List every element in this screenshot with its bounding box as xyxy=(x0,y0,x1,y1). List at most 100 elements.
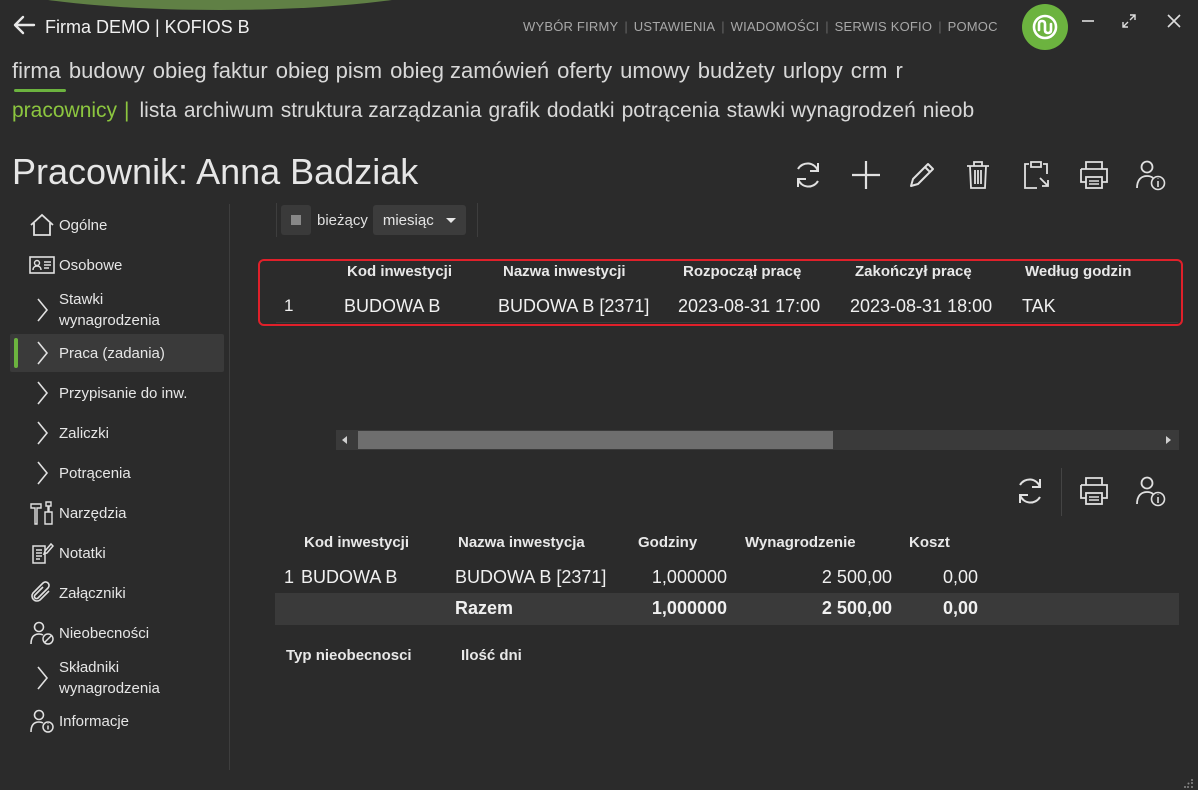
link-ustawienia[interactable]: USTAWIENIA xyxy=(634,19,715,34)
sidebar-item-zaliczki[interactable]: Zaliczki xyxy=(10,418,224,448)
sidebar-item-ogolne[interactable]: Ogólne xyxy=(10,210,224,240)
maximize-icon[interactable] xyxy=(1118,10,1140,32)
sidebar-item-potracenia[interactable]: Potrącenia xyxy=(10,458,224,488)
current-checkbox[interactable] xyxy=(281,205,311,235)
person-absent-icon xyxy=(26,619,58,647)
subnav-dodatki[interactable]: dodatki xyxy=(547,99,615,122)
refresh-button[interactable] xyxy=(788,155,828,195)
subnav-lista[interactable]: lista xyxy=(140,99,177,122)
link-wiadomosci[interactable]: WIADOMOŚCI xyxy=(731,19,820,34)
sidebar-item-narzedzia[interactable]: Narzędzia xyxy=(10,498,224,528)
page-title: Pracownik: Anna Badziak xyxy=(12,151,419,192)
sidebar-item-label: Praca (zadania) xyxy=(59,344,165,362)
horizontal-scrollbar[interactable] xyxy=(336,430,1179,450)
person-info-button[interactable] xyxy=(1130,155,1170,195)
col-wedlug-godzin[interactable]: Według godzin xyxy=(1025,263,1131,280)
nav-obieg-zamowien[interactable]: obieg zamówień xyxy=(390,58,549,83)
sidebar-item-label: Osobowe xyxy=(59,256,123,274)
subnav-pracownicy[interactable]: pracownicy xyxy=(12,99,117,122)
subnav-struktura[interactable]: struktura zarządzania xyxy=(281,99,482,122)
summary-refresh-button[interactable] xyxy=(1010,471,1050,511)
table-cell-nazwa[interactable]: BUDOWA B [2371] xyxy=(498,296,649,317)
scroll-right-icon[interactable] xyxy=(1166,436,1171,444)
chevron-right-icon xyxy=(26,379,58,407)
col-kod-inwestycji[interactable]: Kod inwestycji xyxy=(347,263,452,280)
summary-cell-koszt[interactable]: 0,00 xyxy=(900,567,978,588)
subnav-nieob[interactable]: nieob xyxy=(923,99,974,122)
subnav-archiwum[interactable]: archiwum xyxy=(184,99,274,122)
table-row-number[interactable]: 1 xyxy=(284,296,293,316)
nav-umowy[interactable]: umowy xyxy=(620,58,690,83)
nav-firma[interactable]: firma xyxy=(12,58,61,83)
col-nazwa-inwestycji[interactable]: Nazwa inwestycji xyxy=(503,263,626,280)
sidebar-item-label: Potrącenia xyxy=(59,464,131,482)
sidebar-item-label: Przypisanie do inw. xyxy=(59,384,188,402)
back-arrow-icon[interactable] xyxy=(12,12,38,38)
resize-grip-icon[interactable] xyxy=(1184,776,1194,788)
summary-col-wynagrodzenie[interactable]: Wynagrodzenie xyxy=(745,534,856,551)
sidebar-item-osobowe[interactable]: Osobowe xyxy=(10,250,224,280)
minimize-icon[interactable] xyxy=(1077,10,1099,32)
summary-col-koszt[interactable]: Koszt xyxy=(909,534,950,551)
summary-col-godziny[interactable]: Godziny xyxy=(638,534,697,551)
nav-oferty[interactable]: oferty xyxy=(557,58,612,83)
nav-obieg-pism[interactable]: obieg pism xyxy=(276,58,382,83)
close-icon[interactable] xyxy=(1163,10,1185,32)
nav-crm[interactable]: crm xyxy=(851,58,888,83)
nav-r[interactable]: r xyxy=(895,58,902,83)
col-zakonczyl-prace[interactable]: Zakończył pracę xyxy=(855,263,972,280)
sidebar-item-przypisanie[interactable]: Przypisanie do inw. xyxy=(10,378,224,408)
scrollbar-thumb[interactable] xyxy=(358,431,833,449)
summary-col-kod[interactable]: Kod inwestycji xyxy=(304,534,409,551)
link-serwis-kofio[interactable]: SERWIS KOFIO xyxy=(835,19,933,34)
link-pomoc[interactable]: POMOC xyxy=(948,19,998,34)
summary-cell-wynagrodzenie[interactable]: 2 500,00 xyxy=(752,567,892,588)
link-wybor-firmy[interactable]: WYBÓR FIRMY xyxy=(523,19,618,34)
summary-total-koszt: 0,00 xyxy=(942,598,978,618)
sidebar-item-stawki-wynagrodzenia[interactable]: Stawki wynagrodzenia xyxy=(10,288,224,332)
table-cell-kod[interactable]: BUDOWA B xyxy=(344,296,440,317)
subnav-potracenia[interactable]: potrącenia xyxy=(622,99,720,122)
subnav-stawki[interactable]: stawki wynagrodzeń xyxy=(727,99,916,122)
sidebar-item-skladniki-wynagrodzenia[interactable]: Składniki wynagrodzenia xyxy=(10,656,224,700)
period-select[interactable]: miesiąc xyxy=(372,205,466,235)
summary-col-nazwa[interactable]: Nazwa inwestycja xyxy=(458,534,585,551)
summary-print-button[interactable] xyxy=(1074,471,1114,511)
subnav-grafik[interactable]: grafik xyxy=(489,99,540,122)
add-button[interactable] xyxy=(846,155,886,195)
person-info-icon xyxy=(1136,160,1166,191)
clipboard-export-button[interactable] xyxy=(1016,155,1056,195)
absence-col-typ[interactable]: Typ nieobecnosci xyxy=(286,647,412,664)
scroll-left-icon[interactable] xyxy=(342,436,347,444)
print-button[interactable] xyxy=(1074,155,1114,195)
col-rozpoczal-prace[interactable]: Rozpoczął pracę xyxy=(683,263,801,280)
table-cell-wedlug-godzin[interactable]: TAK xyxy=(1022,296,1056,317)
absence-col-ilosc-dni[interactable]: Ilość dni xyxy=(461,647,522,664)
summary-row-number[interactable]: 1 xyxy=(284,567,294,588)
table-cell-end[interactable]: 2023-08-31 18:00 xyxy=(850,296,992,317)
clipboard-icon xyxy=(1024,161,1049,189)
sidebar-item-nieobecnosci[interactable]: Nieobecności xyxy=(10,618,224,648)
summary-total-row xyxy=(275,593,1179,625)
nav-obieg-faktur[interactable]: obieg faktur xyxy=(153,58,268,83)
kofio-logo-icon[interactable] xyxy=(1022,4,1068,50)
sidebar-item-label: Notatki xyxy=(59,544,106,562)
sidebar-item-zalaczniki[interactable]: Załączniki xyxy=(10,578,224,608)
nav-budzety[interactable]: budżety xyxy=(698,58,775,83)
nav-budowy[interactable]: budowy xyxy=(69,58,145,83)
summary-cell-kod[interactable]: BUDOWA B xyxy=(301,567,397,588)
table-cell-start[interactable]: 2023-08-31 17:00 xyxy=(678,296,820,317)
summary-person-info-button[interactable] xyxy=(1130,471,1170,511)
summary-cell-godziny[interactable]: 1,000000 xyxy=(612,567,727,588)
subnav-separator: | xyxy=(124,99,130,122)
sub-nav: pracownicy | lista archiwum struktura zarząd… xyxy=(12,99,1002,123)
delete-button[interactable] xyxy=(958,155,998,195)
sidebar-item-praca-zadania[interactable]: Praca (zadania) xyxy=(10,334,224,372)
edit-button[interactable] xyxy=(902,155,942,195)
chevron-right-icon xyxy=(26,339,58,367)
nav-urlopy[interactable]: urlopy xyxy=(783,58,843,83)
summary-cell-nazwa[interactable]: BUDOWA B [2371] xyxy=(455,567,606,588)
sidebar-item-informacje[interactable]: Informacje xyxy=(10,706,224,736)
trash-icon xyxy=(967,161,989,189)
sidebar-item-notatki[interactable]: Notatki xyxy=(10,538,224,568)
